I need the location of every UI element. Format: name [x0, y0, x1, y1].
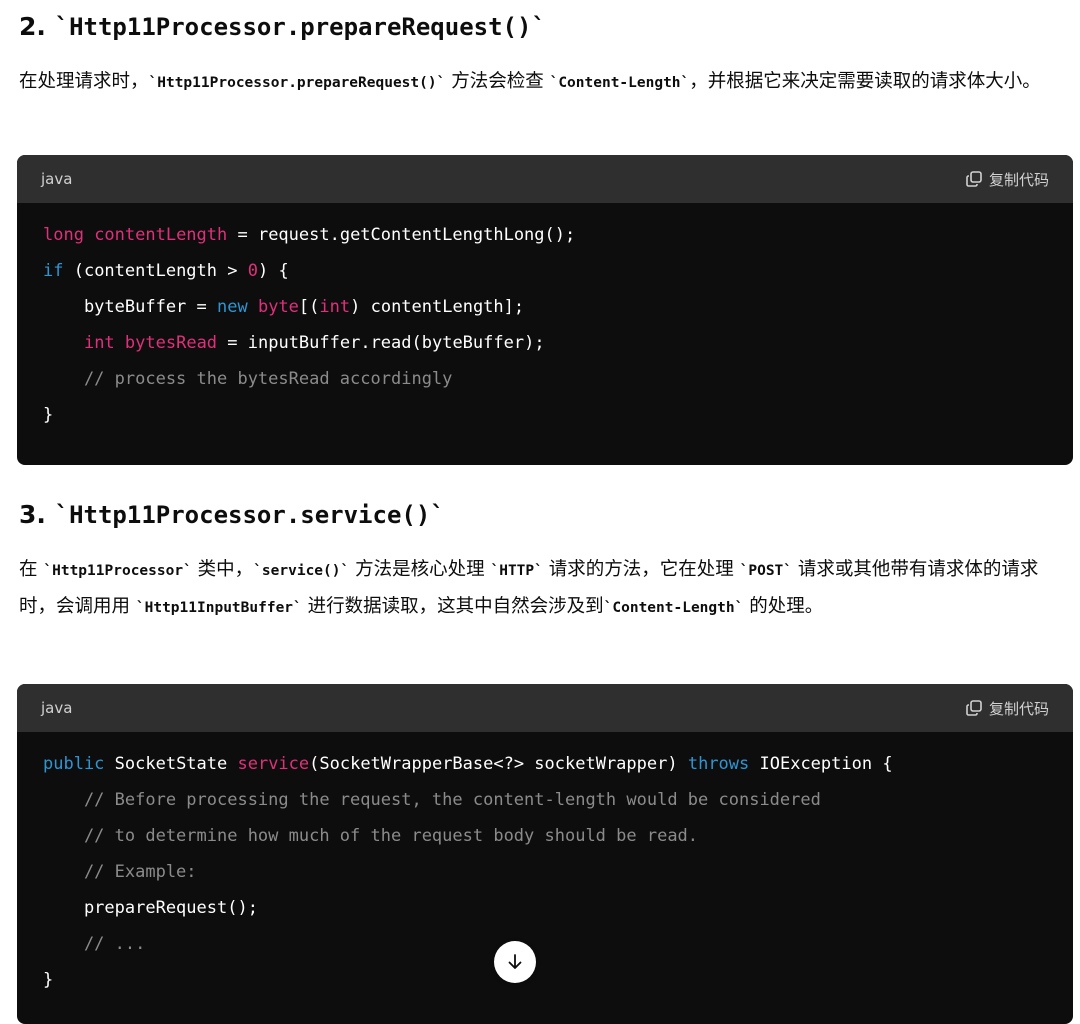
code-token: new: [217, 297, 248, 317]
code-block-header: java 复制代码: [17, 684, 1073, 732]
code-token: // process the bytesRead accordingly: [43, 369, 453, 389]
text: 进行数据读取，这其中自然会涉及到: [301, 596, 604, 617]
inline-code: `Http11InputBuffer`: [135, 600, 302, 616]
inline-code: `Content-Length`: [549, 75, 690, 91]
code-line: // process the bytesRead accordingly: [43, 361, 1047, 397]
code-body: public SocketState service(SocketWrapper…: [17, 732, 1073, 998]
copy-icon: [966, 700, 982, 716]
code-token: }: [43, 405, 54, 425]
code-token: int: [319, 297, 351, 317]
code-token: // Example:: [43, 862, 197, 882]
copy-code-label: 复制代码: [988, 699, 1049, 718]
code-line: int bytesRead = inputBuffer.read(byteBuf…: [43, 325, 1047, 361]
code-line: // to determine how much of the request …: [43, 818, 1047, 854]
code-line: byteBuffer = new byte[(int) contentLengt…: [43, 289, 1047, 325]
code-token: bytesRead: [124, 333, 218, 353]
section-3-number: 3.: [19, 500, 46, 529]
code-token: ) {: [257, 261, 289, 281]
text: ，并根据它来决定需要读取的请求体大小。: [689, 71, 1041, 92]
copy-icon: [966, 171, 982, 187]
code-line: // ...: [43, 926, 1047, 962]
code-token: service: [237, 754, 310, 774]
code-line: }: [43, 962, 1047, 998]
inline-code: `HTTP`: [490, 563, 543, 579]
copy-code-button[interactable]: 复制代码: [965, 698, 1049, 719]
code-block-2: java 复制代码 public SocketState service(Soc…: [17, 684, 1073, 1024]
code-line: // Example:: [43, 854, 1047, 890]
text: 在: [19, 559, 44, 580]
inline-code: `Http11Processor`: [43, 563, 192, 579]
code-line: long contentLength = request.getContentL…: [43, 217, 1047, 253]
code-token: // ...: [43, 934, 146, 954]
section-2-heading: 2. `Http11Processor.prepareRequest()`: [19, 10, 546, 44]
code-line: public SocketState service(SocketWrapper…: [43, 746, 1047, 782]
inline-code: `Http11Processor.prepareRequest()`: [148, 75, 446, 91]
code-token: ) contentLength];: [350, 297, 525, 317]
code-body: long contentLength = request.getContentL…: [17, 203, 1073, 433]
section-3-heading: 3. `Http11Processor.service()`: [19, 498, 445, 532]
inline-code: `service()`: [253, 563, 350, 579]
code-token: (contentLength >: [63, 261, 248, 281]
code-block-header: java 复制代码: [17, 155, 1073, 203]
code-token: = request.getContentLengthLong();: [227, 225, 576, 245]
code-language-label: java: [41, 170, 73, 188]
code-token: // to determine how much of the request …: [43, 826, 699, 846]
arrow-down-icon: [508, 954, 522, 969]
code-token: SocketState: [104, 754, 238, 774]
code-token: 0: [247, 261, 258, 281]
code-token: = inputBuffer.read(byteBuffer);: [217, 333, 545, 353]
code-line: prepareRequest();: [43, 890, 1047, 926]
code-token: // Before processing the request, the co…: [43, 790, 821, 810]
text: 的处理。: [743, 596, 824, 617]
code-token: IOException {: [749, 754, 893, 774]
inline-code: `POST`: [739, 563, 793, 579]
code-token: public: [43, 754, 105, 774]
section-3-paragraph: 在 `Http11Processor` 类中，`service()` 方法是核心…: [19, 552, 1064, 626]
code-token: int: [83, 333, 115, 353]
code-line: }: [43, 397, 1047, 433]
section-2-number: 2.: [19, 12, 46, 41]
scroll-to-bottom-button[interactable]: [494, 941, 536, 983]
code-token: long: [43, 225, 95, 245]
code-token: [(: [298, 297, 320, 317]
section-3-heading-code: `Http11Processor.service()`: [54, 501, 445, 529]
code-token: prepareRequest();: [43, 898, 258, 918]
code-token: contentLength: [94, 225, 228, 245]
text: 类中，: [191, 559, 254, 580]
code-line: if (contentLength > 0) {: [43, 253, 1047, 289]
code-block-1: java 复制代码 long contentLength = request.g…: [17, 155, 1073, 465]
section-2-heading-code: `Http11Processor.prepareRequest()`: [54, 13, 546, 41]
section-2-paragraph: 在处理请求时，`Http11Processor.prepareRequest()…: [19, 64, 1064, 101]
text: 方法会检查: [445, 71, 550, 92]
inline-code: `Content-Length`: [603, 600, 744, 616]
code-token: throws: [687, 754, 750, 774]
code-language-label: java: [41, 699, 73, 717]
text: 方法是核心处理: [349, 559, 491, 580]
code-token: if: [43, 261, 64, 281]
code-token: byteBuffer =: [43, 297, 217, 317]
text: 请求的方法，它在处理: [542, 559, 740, 580]
copy-code-label: 复制代码: [988, 170, 1049, 189]
code-token: (SocketWrapperBase<?> socketWrapper): [309, 754, 688, 774]
code-token: byte: [257, 297, 299, 317]
text: 在处理请求时，: [19, 71, 149, 92]
code-line: // Before processing the request, the co…: [43, 782, 1047, 818]
code-token: }: [43, 970, 54, 990]
copy-code-button[interactable]: 复制代码: [965, 169, 1049, 190]
